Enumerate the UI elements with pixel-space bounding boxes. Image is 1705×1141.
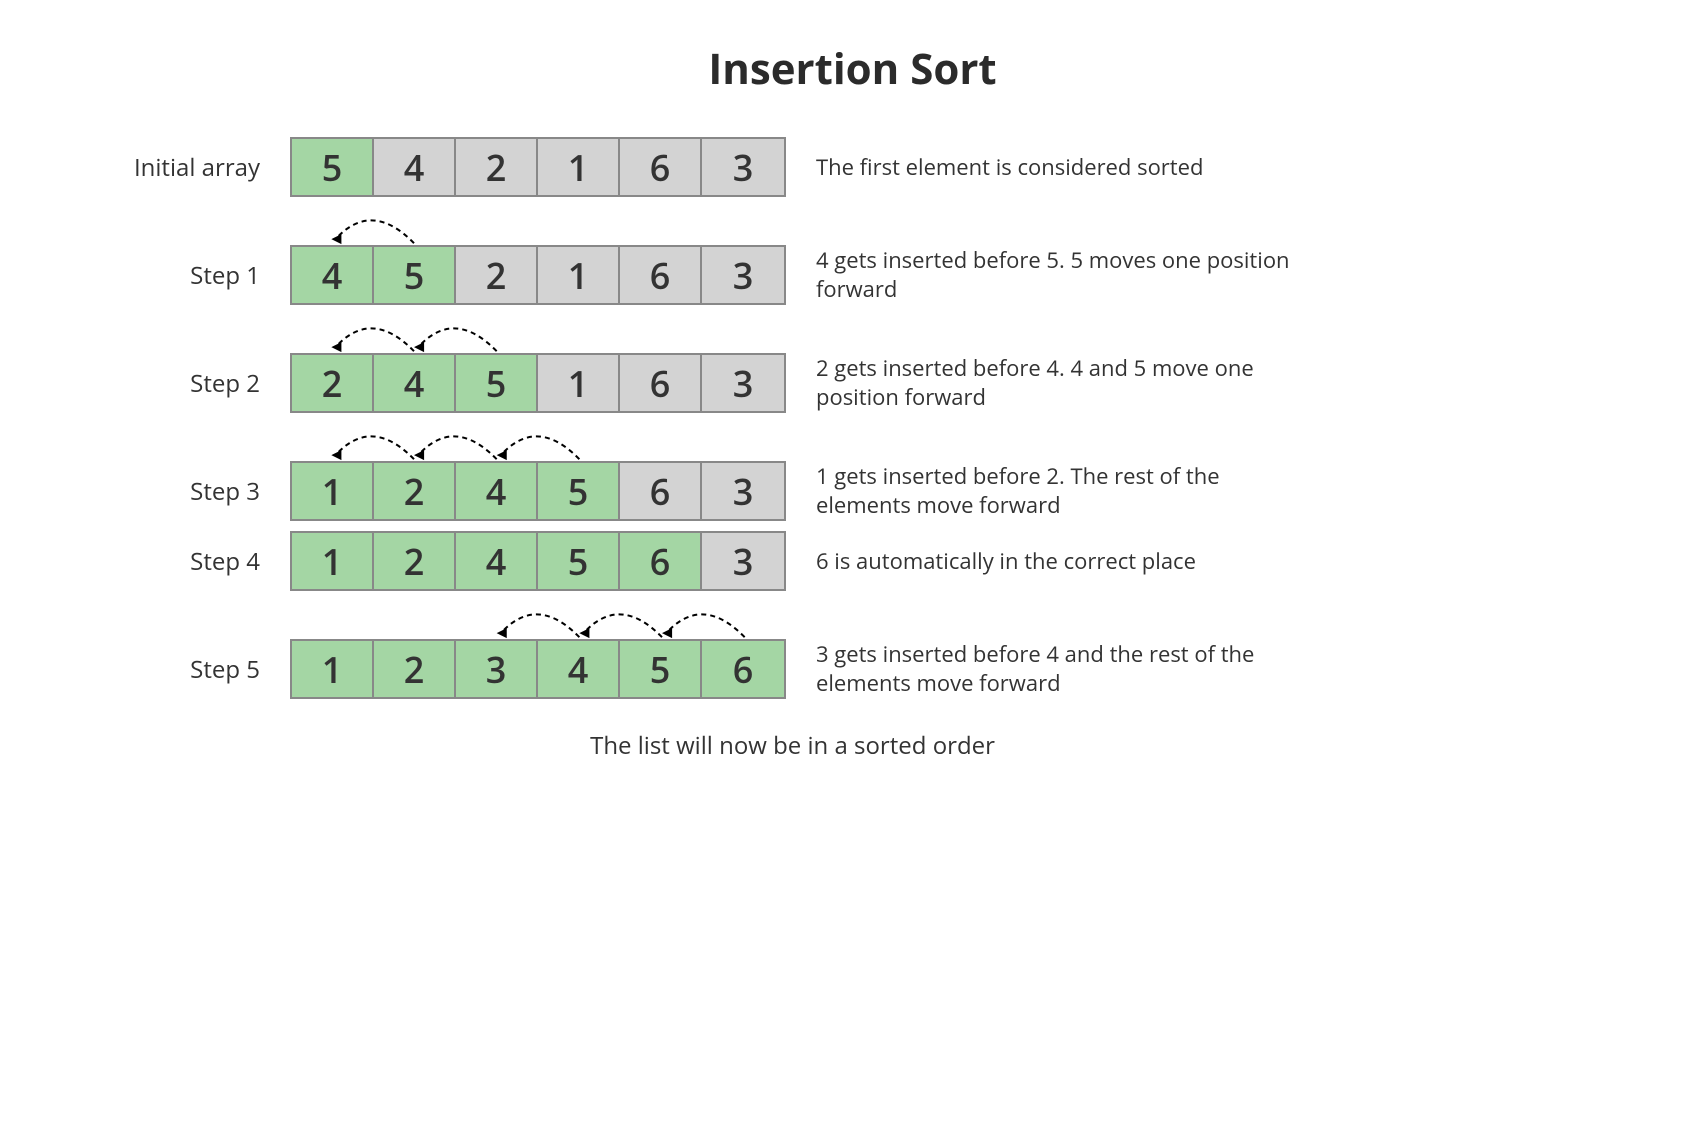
array-cell: 6 bbox=[620, 139, 702, 195]
array-cell: 1 bbox=[292, 463, 374, 519]
array-cell: 6 bbox=[620, 355, 702, 411]
array-cell: 4 bbox=[374, 355, 456, 411]
array-cell: 2 bbox=[374, 641, 456, 697]
array-cell: 4 bbox=[456, 533, 538, 589]
step-description: 4 gets inserted before 5. 5 moves one po… bbox=[786, 246, 1296, 303]
array-wrap: 123456 bbox=[290, 639, 786, 699]
step-label: Step 2 bbox=[60, 367, 290, 400]
array-cell: 5 bbox=[374, 247, 456, 303]
step-label: Step 4 bbox=[60, 545, 290, 578]
array-cell: 2 bbox=[456, 247, 538, 303]
array-wrap: 542163 bbox=[290, 137, 786, 197]
array-wrap: 245163 bbox=[290, 353, 786, 413]
step-arrows bbox=[290, 305, 786, 353]
array: 124563 bbox=[290, 461, 786, 521]
array-cell: 1 bbox=[292, 533, 374, 589]
array: 245163 bbox=[290, 353, 786, 413]
array-cell: 3 bbox=[702, 463, 784, 519]
array: 124563 bbox=[290, 531, 786, 591]
array: 123456 bbox=[290, 639, 786, 699]
step-arrows bbox=[290, 413, 786, 461]
array-cell: 4 bbox=[374, 139, 456, 195]
array-cell: 1 bbox=[292, 641, 374, 697]
step-label: Step 1 bbox=[60, 259, 290, 292]
step-description: 2 gets inserted before 4. 4 and 5 move o… bbox=[786, 354, 1296, 411]
array-cell: 1 bbox=[538, 247, 620, 303]
array-cell: 3 bbox=[702, 139, 784, 195]
array-wrap: 124563 bbox=[290, 461, 786, 521]
step-row: Step 22451632 gets inserted before 4. 4 … bbox=[60, 353, 1645, 413]
array: 542163 bbox=[290, 137, 786, 197]
array-cell: 3 bbox=[702, 533, 784, 589]
step-arrows bbox=[290, 591, 786, 639]
step-label: Initial array bbox=[60, 151, 290, 184]
step-description: 1 gets inserted before 2. The rest of th… bbox=[786, 462, 1296, 519]
array-cell: 6 bbox=[620, 533, 702, 589]
array-cell: 2 bbox=[374, 533, 456, 589]
step-row: Initial array542163The first element is … bbox=[60, 137, 1645, 197]
step-arrows bbox=[290, 197, 786, 245]
step-row: Step 31245631 gets inserted before 2. Th… bbox=[60, 461, 1645, 521]
step-description: 6 is automatically in the correct place bbox=[786, 547, 1196, 576]
array-cell: 5 bbox=[292, 139, 374, 195]
array-cell: 4 bbox=[292, 247, 374, 303]
array-cell: 5 bbox=[456, 355, 538, 411]
step-row: Step 41245636 is automatically in the co… bbox=[60, 531, 1645, 591]
step-row: Step 14521634 gets inserted before 5. 5 … bbox=[60, 245, 1645, 305]
step-description: The first element is considered sorted bbox=[786, 153, 1203, 182]
step-row: Step 51234563 gets inserted before 4 and… bbox=[60, 639, 1645, 699]
array-cell: 4 bbox=[456, 463, 538, 519]
array-cell: 4 bbox=[538, 641, 620, 697]
array-cell: 5 bbox=[538, 533, 620, 589]
array-cell: 3 bbox=[456, 641, 538, 697]
array-wrap: 124563 bbox=[290, 531, 786, 591]
step-label: Step 3 bbox=[60, 475, 290, 508]
array-wrap: 452163 bbox=[290, 245, 786, 305]
array-cell: 6 bbox=[620, 463, 702, 519]
array-cell: 1 bbox=[538, 139, 620, 195]
array-cell: 5 bbox=[538, 463, 620, 519]
step-label: Step 5 bbox=[60, 653, 290, 686]
array-cell: 3 bbox=[702, 355, 784, 411]
footer-note: The list will now be in a sorted order bbox=[0, 729, 1645, 762]
steps-container: Initial array542163The first element is … bbox=[60, 137, 1645, 699]
array-cell: 3 bbox=[702, 247, 784, 303]
array-cell: 5 bbox=[620, 641, 702, 697]
array-cell: 6 bbox=[702, 641, 784, 697]
array: 452163 bbox=[290, 245, 786, 305]
array-cell: 1 bbox=[538, 355, 620, 411]
array-cell: 2 bbox=[374, 463, 456, 519]
array-cell: 2 bbox=[292, 355, 374, 411]
array-cell: 6 bbox=[620, 247, 702, 303]
step-description: 3 gets inserted before 4 and the rest of… bbox=[786, 640, 1296, 697]
diagram-title: Insertion Sort bbox=[60, 40, 1645, 97]
array-cell: 2 bbox=[456, 139, 538, 195]
